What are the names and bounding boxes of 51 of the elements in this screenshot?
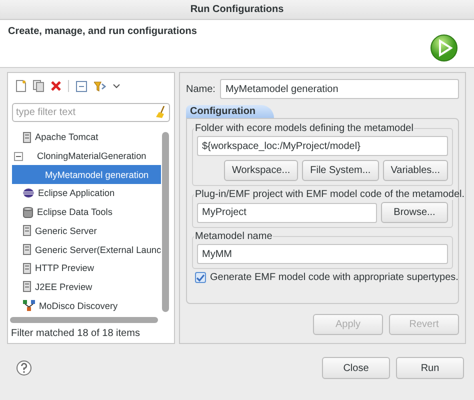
- tab[interactable]: Configuration: [186, 105, 274, 118]
- duplicate-icon[interactable]: [33, 80, 44, 92]
- metamodel-name-field[interactable]: MyMM: [197, 244, 448, 264]
- scrollbar[interactable]: [10, 317, 158, 323]
- filter-icon[interactable]: [94, 80, 106, 92]
- tree-item[interactable]: Generic Server(External Launc: [12, 240, 161, 259]
- browse-button[interactable]: Variables...: [382, 160, 448, 181]
- filter-field[interactable]: type filter text: [12, 103, 170, 122]
- tree-item[interactable]: MoDisco Discovery: [12, 296, 161, 315]
- name-field[interactable]: MyMetamodel generation: [220, 79, 459, 99]
- group-title: Folder with ecore models defining the metamodel: [195, 123, 414, 134]
- tree-item[interactable]: Generic Server: [12, 222, 161, 240]
- name-label: Name:: [186, 84, 216, 94]
- header-message: Create, manage, and run configurations: [8, 26, 197, 39]
- tree-item[interactable]: Eclipse Data Tools: [12, 202, 161, 222]
- server-icon: [23, 225, 31, 236]
- delete-icon[interactable]: [51, 81, 61, 91]
- server-icon: [23, 262, 31, 274]
- dialog-button[interactable]: Close: [322, 357, 390, 379]
- scrollbar[interactable]: [162, 132, 169, 312]
- dialog-button[interactable]: Run: [396, 357, 464, 379]
- server-icon: [23, 281, 31, 292]
- nodes-icon: [23, 300, 35, 312]
- new-icon[interactable]: [16, 80, 26, 92]
- dropdown-caret-icon[interactable]: [113, 84, 120, 88]
- database-icon: [23, 206, 33, 218]
- window-title: Run Configurations: [190, 4, 284, 15]
- checkbox[interactable]: [195, 272, 206, 283]
- browse-button[interactable]: Browse...: [381, 202, 448, 223]
- browse-button[interactable]: Workspace...: [224, 160, 298, 181]
- collapse-icon[interactable]: [14, 152, 23, 161]
- project-field[interactable]: MyProject: [197, 202, 377, 222]
- checkbox-label: Generate EMF model code with appropriate supertypes.: [210, 272, 458, 283]
- tree-item[interactable]: Eclipse Application: [12, 184, 161, 203]
- tree-item[interactable]: J2EE Preview: [12, 278, 161, 296]
- group-title: Metamodel name: [195, 231, 272, 242]
- server-icon: [23, 132, 31, 143]
- tree-item[interactable]: MyMetamodel generation: [12, 165, 161, 184]
- help-icon[interactable]: [16, 360, 32, 376]
- tree-item[interactable]: CloningMaterialGeneration: [12, 146, 161, 166]
- filter-status: Filter matched 18 of 18 items: [11, 328, 140, 339]
- server-icon: [23, 244, 31, 256]
- browse-button[interactable]: File System...: [302, 160, 379, 181]
- clear-broom-icon[interactable]: [156, 106, 166, 118]
- tree-item[interactable]: HTTP Preview: [12, 258, 161, 278]
- eclipse-icon: [23, 188, 34, 198]
- tree-item[interactable]: Apache Tomcat: [12, 128, 161, 147]
- collapse-all-icon[interactable]: [76, 80, 87, 92]
- folder-field[interactable]: ${workspace_loc:/MyProject/model}: [197, 136, 448, 156]
- group-title: Plug-in/EMF project with EMF model code of the metamodel.: [195, 189, 465, 200]
- run-icon: [430, 34, 458, 62]
